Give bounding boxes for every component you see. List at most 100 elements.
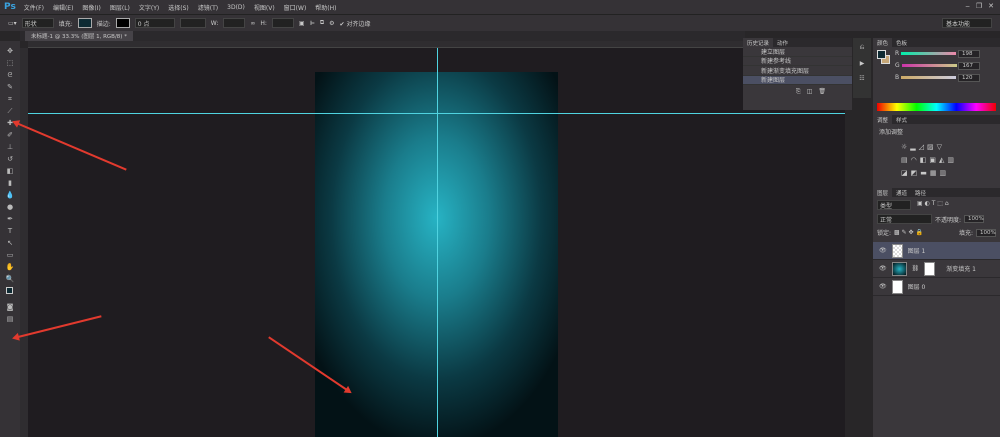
color-swatches-icon[interactable] [5, 287, 16, 299]
move-tool-icon[interactable]: ✥ [6, 47, 15, 55]
brush-tool-icon[interactable]: ✐ [6, 131, 15, 139]
b-slider[interactable] [901, 76, 957, 79]
history-brush-tool-icon[interactable]: ↺ [6, 155, 15, 163]
layer-name[interactable]: 图层 1 [908, 246, 926, 255]
blend-mode-select[interactable]: 正常 [877, 214, 932, 224]
history-panel-icon[interactable]: ⎌ [853, 44, 871, 52]
vertical-guide[interactable] [437, 48, 438, 437]
layer-row[interactable]: 👁 图层 0 [873, 278, 1000, 296]
hand-tool-icon[interactable]: ✋ [6, 263, 15, 271]
adjustment-icons[interactable]: ☼▂◿▨▽ ▤◠◧▣◭▥ ◪◩▬▦▥ [873, 139, 1000, 182]
layer-row[interactable]: 👁 ⛓ 渐变填充 1 [873, 260, 1000, 278]
history-item-selected[interactable]: 新建图层 [743, 75, 852, 85]
stroke-width-input[interactable]: 0 点 [134, 18, 175, 28]
menu-image[interactable]: 图像(I) [82, 3, 100, 12]
menu-edit[interactable]: 编辑(E) [53, 3, 73, 12]
path-ops-icon[interactable]: ▣ [299, 20, 305, 27]
fill-input[interactable]: 100% [976, 228, 996, 237]
layer-filter-icons[interactable]: ▣ ◐ T ⬚ ⌂ [917, 200, 949, 210]
horizontal-ruler[interactable] [28, 41, 845, 48]
gear-icon[interactable]: ⚙ [329, 20, 334, 27]
layer-filter-select[interactable]: 类型 [877, 200, 911, 210]
g-slider[interactable] [901, 64, 957, 67]
path-select-tool-icon[interactable]: ↖ [6, 239, 15, 247]
opacity-input[interactable]: 100% [964, 215, 985, 223]
dodge-tool-icon[interactable]: ● [6, 203, 15, 211]
eyedropper-tool-icon[interactable]: ⟋ [6, 107, 15, 115]
lock-icons[interactable]: ▩ ✎ ✥ 🔒 [894, 229, 923, 236]
menu-filter[interactable]: 滤镜(T) [198, 3, 218, 12]
crop-tool-icon[interactable]: ⌗ [6, 95, 15, 103]
menu-layer[interactable]: 图层(L) [110, 3, 130, 12]
mode-select[interactable]: 形状 [21, 18, 54, 28]
actions-panel-icon[interactable]: ▶ [853, 60, 871, 67]
r-value[interactable]: 198 [958, 50, 980, 58]
type-tool-icon[interactable]: T [6, 227, 15, 235]
minimize-icon[interactable]: ‒ [965, 2, 969, 10]
menu-file[interactable]: 文件(F) [24, 3, 44, 12]
trash-icon[interactable]: 🗑 [818, 88, 832, 95]
camera-icon[interactable]: ◫ [807, 88, 819, 95]
restore-icon[interactable]: ❐ [976, 2, 982, 10]
shape-tool-icon[interactable]: ▭ [6, 251, 15, 259]
eye-icon[interactable]: 👁 [879, 265, 887, 272]
vertical-ruler[interactable] [20, 48, 28, 437]
g-value[interactable]: 167 [958, 62, 981, 70]
gradient-tool-icon[interactable]: ▮ [6, 179, 15, 187]
tab-history[interactable]: 历史记录 [743, 38, 774, 47]
tab-paths[interactable]: 路径 [911, 188, 930, 197]
tab-channels[interactable]: 通道 [892, 188, 911, 197]
quick-mask-icon[interactable]: ◙ [6, 303, 15, 311]
align-edges-checkbox[interactable]: ✔ 对齐边缘 [340, 19, 371, 28]
tab-swatches[interactable]: 色板 [892, 38, 911, 47]
layer-row[interactable]: 👁 图层 1 [873, 242, 1000, 260]
foreground-color-swatch[interactable] [877, 50, 886, 59]
menu-select[interactable]: 选择(S) [168, 3, 189, 12]
menu-view[interactable]: 视图(V) [254, 3, 275, 12]
tab-color[interactable]: 颜色 [873, 38, 893, 47]
blur-tool-icon[interactable]: 💧 [6, 191, 15, 199]
menu-help[interactable]: 帮助(H) [315, 3, 336, 12]
marquee-tool-icon[interactable]: ⬚ [6, 59, 15, 67]
properties-panel-icon[interactable]: ☷ [853, 75, 871, 82]
layer-name[interactable]: 图层 0 [908, 282, 926, 291]
history-item[interactable]: 建立图层 [743, 47, 852, 57]
stroke-swatch[interactable] [115, 18, 130, 28]
menu-3d[interactable]: 3D(D) [227, 4, 245, 11]
stroke-label: 描边: [96, 20, 111, 28]
history-item[interactable]: 新建渐变填充图层 [743, 66, 852, 76]
color-spectrum[interactable] [877, 103, 996, 111]
lasso-tool-icon[interactable]: ᘓ [6, 71, 15, 79]
path-arrange-icon[interactable]: ⧉ [320, 19, 324, 27]
screen-mode-icon[interactable]: ▤ [6, 315, 15, 323]
quick-select-tool-icon[interactable]: ✎ [6, 83, 15, 91]
eye-icon[interactable]: 👁 [879, 247, 887, 254]
link-icon[interactable]: ∞ [250, 20, 255, 27]
pen-tool-icon[interactable]: ✒ [6, 215, 15, 223]
layer-name[interactable]: 渐变填充 1 [946, 264, 976, 273]
horizontal-guide[interactable] [28, 113, 845, 114]
b-value[interactable]: 120 [957, 74, 980, 82]
clone-stamp-tool-icon[interactable]: ⊥ [6, 143, 15, 151]
menu-window[interactable]: 窗口(W) [284, 3, 307, 12]
history-item[interactable]: 新建参考线 [743, 57, 852, 66]
path-align-icon[interactable]: ⊫ [310, 20, 315, 27]
fill-swatch[interactable] [77, 18, 92, 28]
eye-icon[interactable]: 👁 [879, 283, 887, 290]
document-tab[interactable]: 未标题-1 @ 33.3% (图层 1, RGB/8) * [25, 31, 133, 41]
close-icon[interactable]: ✕ [988, 2, 994, 10]
workspace-select[interactable]: 基本功能 [942, 18, 992, 28]
height-input[interactable] [271, 18, 294, 28]
tab-adjustments[interactable]: 调整 [873, 115, 893, 124]
zoom-tool-icon[interactable]: 🔍 [6, 275, 15, 283]
stroke-type-select[interactable] [179, 18, 206, 28]
tool-preset-icon[interactable]: ▭▾ [8, 20, 17, 27]
r-slider[interactable] [901, 52, 957, 55]
eraser-tool-icon[interactable]: ◧ [6, 167, 15, 175]
tab-styles[interactable]: 样式 [892, 115, 911, 124]
tab-layers[interactable]: 图层 [873, 188, 893, 197]
tab-actions[interactable]: 动作 [773, 38, 792, 47]
new-document-icon[interactable]: ⎘ [796, 88, 807, 95]
menu-type[interactable]: 文字(Y) [139, 3, 159, 12]
width-input[interactable] [223, 18, 246, 28]
